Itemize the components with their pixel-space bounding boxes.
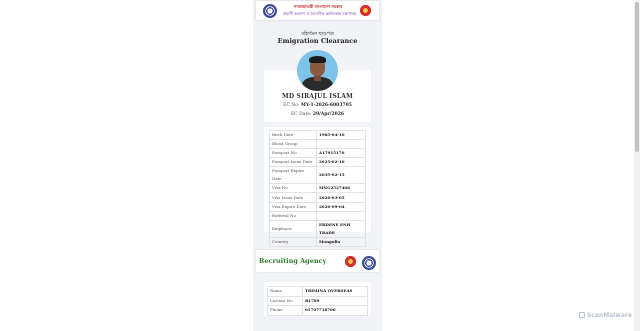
watermark-text: ScanMalware	[587, 312, 632, 319]
agency-value: TRIMINA OVERSEAS	[302, 286, 368, 297]
detail-label: Country	[269, 236, 317, 247]
details-table: Birth Date 1985-04-10 Blood Group Passpor…	[269, 129, 366, 247]
detail-value: 2026-09-04	[316, 201, 366, 212]
avatar	[297, 50, 338, 91]
detail-label: Visa No	[269, 183, 317, 194]
worker-name: MD SIRAJUL ISLAM	[282, 93, 353, 100]
detail-value: A17915170	[316, 148, 366, 159]
detail-label: Employer	[269, 219, 317, 238]
ec-number-label: EC No:	[283, 103, 300, 108]
detail-label: Passport Issue Date	[269, 157, 317, 168]
table-row: Visa Expire Date 2026-09-04	[269, 201, 366, 212]
table-row: Phone 01707718706	[267, 305, 368, 316]
table-row: Passport Issue Date 2025-02-16	[269, 157, 366, 168]
government-emblem-icon	[359, 4, 372, 17]
agency-label: License No	[267, 295, 303, 307]
table-row: Passport Expire Date 2035-02-15	[269, 166, 366, 185]
detail-label: Visa Expire Date	[269, 201, 317, 212]
detail-value: 2026-03-05	[316, 192, 366, 203]
detail-label: Passport Expire Date	[269, 166, 317, 185]
table-row: Country Mongolia	[269, 236, 366, 247]
table-row: Blood Group	[269, 139, 366, 150]
agency-value: RL789	[302, 295, 368, 307]
detail-value: 2025-02-16	[316, 157, 366, 168]
agency-label: Name	[267, 286, 303, 297]
table-row: Passport No A17915170	[269, 148, 366, 159]
detail-value: 1985-04-10	[316, 129, 366, 141]
header-government-text: গণপ্রজাতন্ত্রী বাংলাদেশ সরকার	[293, 4, 343, 9]
detail-value: MNG2527466	[316, 183, 366, 194]
table-row: Name TRIMINA OVERSEAS	[267, 286, 368, 297]
watermark: ScanMalware	[579, 312, 632, 319]
detail-value: ERDENE ENH TRADE	[316, 219, 366, 238]
detail-label: Passport No	[269, 148, 317, 159]
scrollbar-thumb[interactable]	[635, 2, 639, 152]
detail-value	[316, 210, 366, 221]
detail-label: Visa Issue Date	[269, 192, 317, 203]
ec-date-label: EC Date:	[291, 112, 312, 117]
detail-label: Referral No	[269, 210, 317, 221]
page-title: Emigration Clearance	[277, 37, 358, 45]
ec-number-value: MY-1-2026-6003705	[300, 103, 352, 108]
table-row: Employer ERDENE ENH TRADE	[269, 219, 366, 238]
agency-label: Phone	[267, 305, 303, 316]
detail-value: 2035-02-15	[316, 166, 366, 185]
ec-number: EC No: MY-1-2026-6003705	[264, 103, 371, 108]
table-row: License No RL789	[267, 295, 368, 307]
agency-table: Name TRIMINA OVERSEAS License No RL789 Pho…	[267, 286, 368, 316]
government-emblem-icon	[344, 255, 357, 268]
table-row: Birth Date 1985-04-10	[269, 129, 366, 141]
ec-date: EC Date: 29/Apr/2026	[264, 112, 371, 117]
table-row: Referral No	[269, 210, 366, 221]
ministry-seal-icon	[362, 256, 376, 270]
detail-value: Mongolia	[316, 236, 366, 247]
ec-date-value: 29/Apr/2026	[312, 112, 344, 117]
ministry-seal-icon	[263, 4, 277, 18]
agency-value: 01707718706	[302, 305, 368, 316]
header-ministry-text: প্রবাসী কল্যাণ ও বৈদেশিক কর্মসংস্থান মন্…	[283, 11, 357, 16]
agency-title: Recruiting Agency	[259, 257, 327, 265]
detail-label: Blood Group	[269, 139, 317, 150]
table-row: Visa Issue Date 2026-03-05	[269, 192, 366, 203]
detail-label: Birth Date	[269, 129, 317, 141]
detail-value	[316, 139, 366, 150]
table-row: Visa No MNG2527466	[269, 183, 366, 194]
